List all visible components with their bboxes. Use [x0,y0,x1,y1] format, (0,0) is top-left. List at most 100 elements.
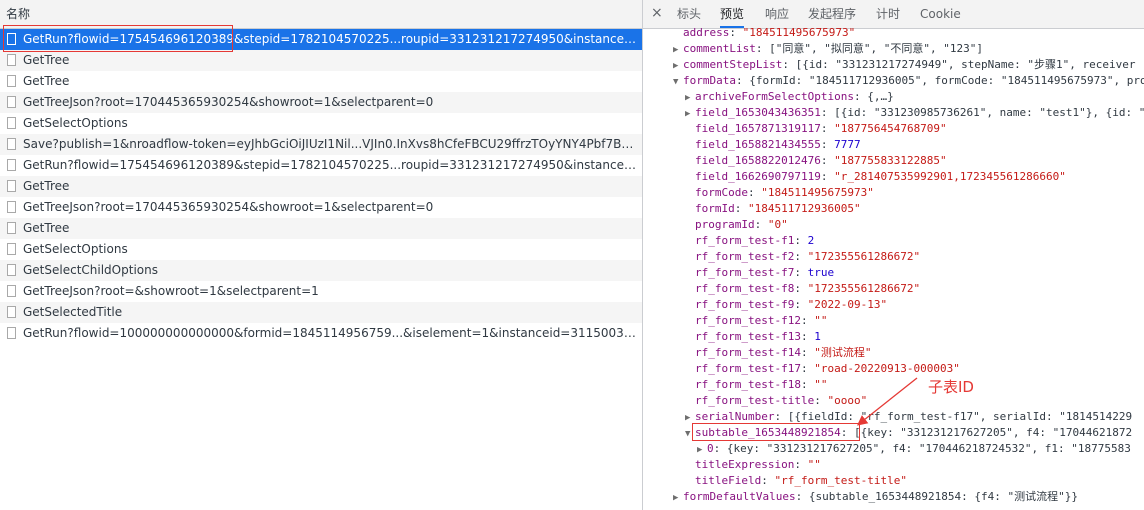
tab-initiator[interactable]: 发起程序 [808,0,856,28]
request-name: GetTree [23,221,70,235]
document-icon [7,327,16,339]
request-row[interactable]: GetSelectedTitle [0,302,642,323]
json-line: titleExpression: "" [685,457,821,473]
json-value: "184511495675973" [761,186,874,199]
json-key: field_1657871319117 [695,122,821,135]
tab-headers[interactable]: 标头 [677,0,701,28]
request-row[interactable]: GetTree [0,71,642,92]
json-key: archiveFormSelectOptions [695,90,854,103]
json-line: rf_form_test-f13: 1 [685,329,821,345]
request-row[interactable]: GetSelectChildOptions [0,260,642,281]
json-line: formId: "184511712936005" [685,201,861,217]
request-row[interactable]: GetTreeJson?root=170445365930254&showroo… [0,197,642,218]
json-value: "" [807,458,821,471]
json-key: rf_form_test-f1 [695,234,795,247]
json-line[interactable]: ▶ serialNumber: [{fieldId: "rf_form_test-… [685,409,1132,425]
json-line: rf_form_test-f8: "172355561286672" [685,281,920,297]
json-line[interactable]: ▶ formDefaultValues: {subtable_1653448921… [673,489,1078,505]
request-row[interactable]: GetTree [0,218,642,239]
json-value: "r_281407535992901,172345561286660" [834,170,1066,183]
tab-cookies[interactable]: Cookie [920,0,961,28]
json-value: "187755833122885" [834,154,947,167]
tab-timing[interactable]: 计时 [876,0,900,28]
json-line[interactable]: ▶ commentStepList: [{id: "331231217274949… [673,57,1135,73]
json-key: field_1658821434555 [695,138,821,151]
json-key: field_1662690797119 [695,170,821,183]
close-icon[interactable]: × [651,5,663,21]
json-key: rf_form_test-f18 [695,378,801,391]
json-key: titleExpression [695,458,795,471]
json-separator: : [795,490,809,503]
tab-preview[interactable]: 预览 [720,0,745,28]
json-value: {formId: "184511712936005", formCode: "1… [749,74,1144,87]
expand-down-icon[interactable]: ▼ [685,426,695,442]
json-value: "oooo" [827,394,868,407]
json-line: rf_form_test-f17: "road-20220913-000003" [685,361,960,377]
json-line: rf_form_test-f14: "测试流程" [685,345,871,361]
expand-right-icon[interactable]: ▶ [673,490,683,506]
request-row[interactable]: GetTree [0,50,642,71]
json-separator: : [820,170,835,183]
request-row[interactable]: GetTree [0,176,642,197]
json-separator: : [820,106,835,119]
json-line[interactable]: ▶ field_1653043436351: [{id: "33123098573… [685,105,1144,121]
expand-right-icon[interactable]: ▶ [685,106,695,122]
expand-right-icon[interactable]: ▶ [673,58,683,74]
json-line[interactable]: ▼ formData: {formId: "184511712936005", f… [673,73,1144,89]
json-value: [{id: "331231217274949", stepName: "步骤1"… [795,58,1136,71]
json-key: field_1658822012476 [695,154,821,167]
expand-right-icon[interactable]: ▶ [685,90,695,106]
request-row[interactable]: GetSelectOptions [0,113,642,134]
json-separator: : [853,90,868,103]
json-value: true [807,266,835,279]
json-key: commentStepList [683,58,783,71]
request-list: GetRun?flowid=175454696120389&stepid=178… [0,29,642,344]
json-key: rf_form_test-f8 [695,282,795,295]
json-line[interactable]: ▶ 0: {key: "331231217627205", f4: "170446… [697,441,1131,457]
expand-right-icon[interactable]: ▶ [697,442,707,458]
expand-right-icon[interactable]: ▶ [673,42,683,58]
json-line[interactable]: ▶ archiveFormSelectOptions: {,…} [685,89,894,105]
json-preview-tree: address: "184511495675973" ▶ commentList: … [643,26,1144,510]
request-row[interactable]: GetTreeJson?root=&showroot=1&selectparen… [0,281,642,302]
name-column-header[interactable]: 名称 [0,0,642,29]
json-separator: : [794,266,808,279]
json-value: "187756454768709" [834,122,947,135]
document-icon [7,306,16,318]
json-line[interactable]: ▶ commentList: ["同意", "拟同意", "不同意", "123"… [673,41,983,57]
json-line: address: "184511495675973" [673,25,855,41]
json-key: serialNumber [695,410,775,423]
json-value: "测试流程" [814,346,872,359]
json-separator: : [814,394,828,407]
request-name: GetSelectOptions [23,242,128,256]
json-line: rf_form_test-f7: true [685,265,834,281]
json-separator: : [794,458,808,471]
request-row[interactable]: GetSelectOptions [0,239,642,260]
json-key: formId [695,202,735,215]
request-list-pane: 名称 GetRun?flowid=175454696120389&stepid=… [0,0,643,510]
json-value: "172355561286672" [807,250,921,263]
json-line[interactable]: ▼ subtable_1653448921854: [{key: "3312312… [685,425,1132,441]
json-key: commentList [683,42,756,55]
request-row[interactable]: GetRun?flowid=175454696120389&stepid=178… [0,29,642,50]
json-key: rf_form_test-f9 [695,298,795,311]
expand-right-icon[interactable]: ▶ [685,410,695,426]
request-row[interactable]: Save?publish=1&nroadflow-token=eyJhbGciO… [0,134,642,155]
request-name: GetSelectOptions [23,116,128,130]
json-key: 0 [707,442,714,455]
request-row[interactable]: GetTreeJson?root=170445365930254&showroo… [0,92,642,113]
json-value: "" [814,378,828,391]
request-name: GetTreeJson?root=170445365930254&showroo… [23,95,434,109]
json-key: rf_form_test-f14 [695,346,801,359]
json-separator: : [794,250,808,263]
json-value: [{key: "331231217627205", f4: "170446218… [853,426,1133,439]
json-value: 1 [814,330,821,343]
json-line: rf_form_test-f2: "172355561286672" [685,249,920,265]
json-value: "road-20220913-000003" [814,362,960,375]
json-key: rf_form_test-f13 [695,330,801,343]
json-separator: : [754,218,768,231]
expand-down-icon[interactable]: ▼ [673,74,683,90]
tab-response[interactable]: 响应 [765,0,789,28]
request-row[interactable]: GetRun?flowid=100000000000000&formid=184… [0,323,642,344]
request-row[interactable]: GetRun?flowid=175454696120389&stepid=178… [0,155,642,176]
